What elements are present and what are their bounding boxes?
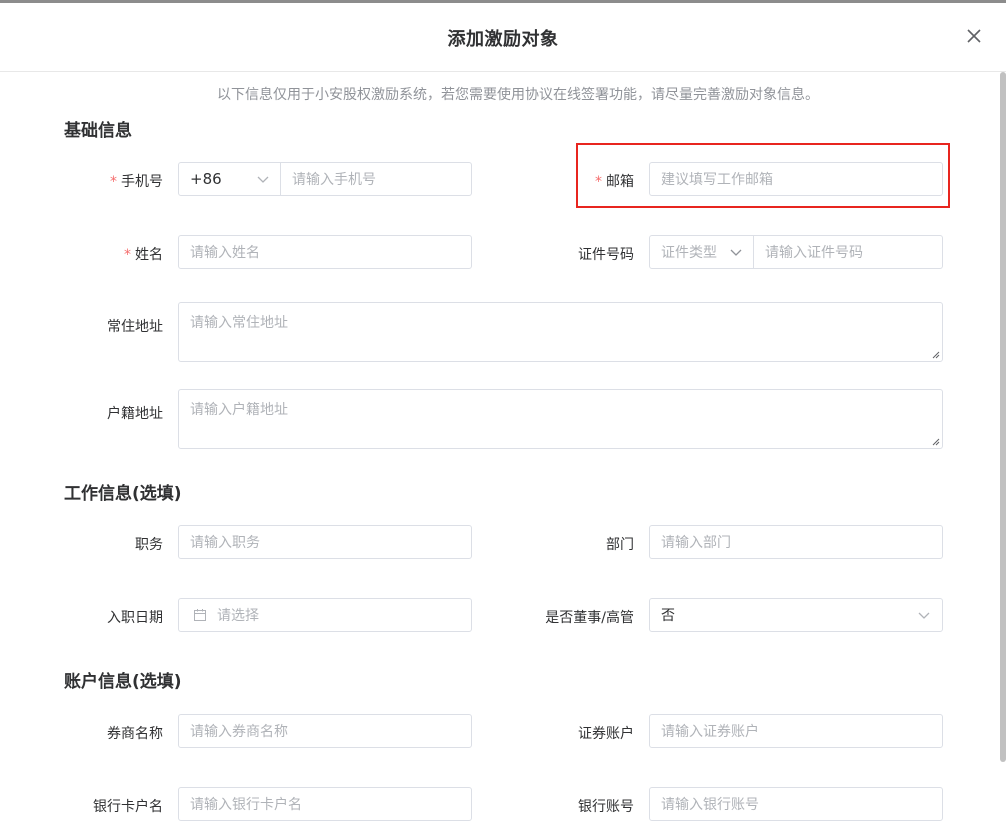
chevron-down-icon [257, 176, 269, 183]
chevron-down-icon [918, 612, 930, 619]
bank-account-label: 银行账号 [578, 799, 634, 815]
scrollbar-thumb[interactable] [1000, 72, 1006, 762]
id-type-select[interactable]: 证件类型 [650, 236, 754, 268]
section-title-account: 账户信息(选填) [64, 672, 182, 692]
phone-input[interactable]: 请输入手机号 [281, 163, 471, 195]
name-input[interactable]: 请输入姓名 [178, 235, 472, 269]
entry-date-label: 入职日期 [107, 610, 163, 626]
residence-textarea[interactable]: 请输入常住地址 [178, 302, 943, 362]
entry-date-picker[interactable]: 请选择 [178, 598, 472, 632]
phone-label: * 手机号 [110, 174, 163, 190]
residence-label: 常住地址 [107, 319, 163, 335]
email-highlight-box [576, 143, 950, 208]
bank-holder-input[interactable]: 请输入银行卡户名 [178, 787, 472, 821]
resize-grip-icon[interactable] [930, 436, 940, 446]
securities-account-input[interactable]: 请输入证券账户 [649, 714, 943, 748]
phone-input-group: +86 请输入手机号 [178, 162, 472, 196]
country-code-select[interactable]: +86 [179, 163, 281, 195]
name-label: * 姓名 [124, 247, 163, 263]
close-button[interactable] [966, 28, 982, 44]
notice-text: 以下信息仅用于小安股权激励系统，若您需要使用协议在线签署功能，请尽量完善激励对象… [217, 87, 819, 103]
id-number-group: 证件类型 请输入证件号码 [649, 235, 943, 269]
securities-account-label: 证券账户 [578, 726, 634, 742]
resize-grip-icon[interactable] [930, 349, 940, 359]
broker-label: 券商名称 [107, 726, 163, 742]
position-input[interactable]: 请输入职务 [178, 525, 472, 559]
is-director-label: 是否董事/高管 [545, 610, 634, 626]
department-input[interactable]: 请输入部门 [649, 525, 943, 559]
chevron-down-icon [730, 249, 742, 256]
is-director-select[interactable]: 否 [649, 598, 943, 632]
calendar-icon [194, 609, 206, 621]
id-number-label: 证件号码 [578, 247, 634, 263]
section-title-basic: 基础信息 [64, 121, 132, 141]
section-title-work: 工作信息(选填) [64, 484, 182, 504]
household-textarea[interactable]: 请输入户籍地址 [178, 389, 943, 449]
broker-input[interactable]: 请输入券商名称 [178, 714, 472, 748]
dialog-header: 添加激励对象 [0, 3, 1006, 72]
household-label: 户籍地址 [107, 406, 163, 422]
bank-holder-label: 银行卡户名 [93, 799, 163, 815]
id-number-input[interactable]: 请输入证件号码 [754, 236, 942, 268]
dialog-title: 添加激励对象 [447, 29, 559, 50]
position-label: 职务 [135, 537, 163, 553]
department-label: 部门 [606, 537, 634, 553]
close-icon [967, 29, 981, 43]
bank-account-input[interactable]: 请输入银行账号 [649, 787, 943, 821]
